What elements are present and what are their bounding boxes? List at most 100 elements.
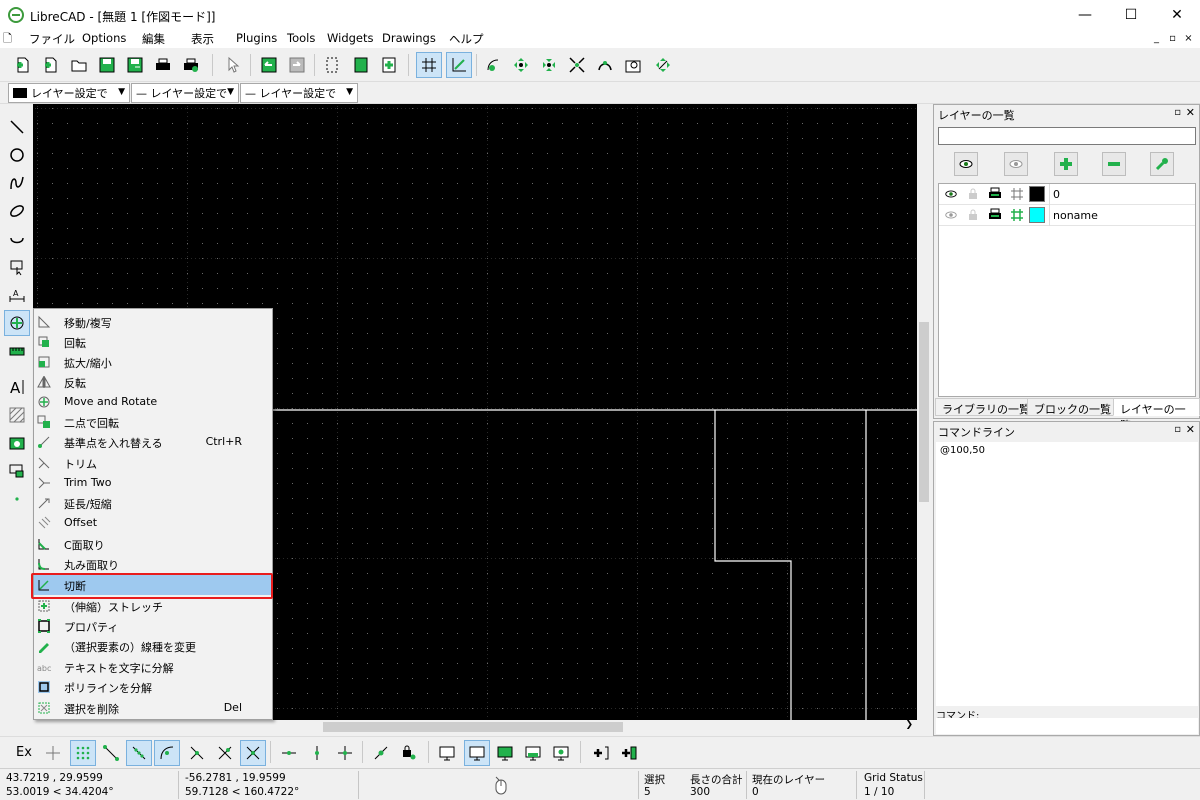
- menu-plugins[interactable]: Plugins: [236, 31, 277, 45]
- zoom-in-button[interactable]: [508, 52, 534, 78]
- menu-item-lengthen[interactable]: 延長/短縮: [34, 493, 272, 513]
- menu-item-revert-direction[interactable]: 基準点を入れ替える Ctrl+R: [34, 432, 272, 452]
- view-1-button[interactable]: [434, 740, 460, 766]
- eye-off-icon[interactable]: [943, 207, 959, 223]
- snap-center-button[interactable]: [154, 740, 180, 766]
- new-template-button[interactable]: [38, 52, 64, 78]
- menu-item-attributes[interactable]: （選択要素の）線種を変更: [34, 636, 272, 656]
- view-4-button[interactable]: [520, 740, 546, 766]
- vertical-scrollbar[interactable]: [917, 104, 931, 720]
- menu-drawings[interactable]: Drawings: [382, 31, 436, 45]
- paste-button[interactable]: [376, 52, 402, 78]
- hide-all-layers-button[interactable]: [1004, 152, 1028, 176]
- zoom-previous-button[interactable]: [592, 52, 618, 78]
- printer-icon[interactable]: [987, 186, 1003, 202]
- float-icon[interactable]: ▫: [1174, 107, 1181, 118]
- zoom-auto-button[interactable]: [564, 52, 590, 78]
- snap-endpoint-button[interactable]: [98, 740, 124, 766]
- add-block-button[interactable]: [616, 740, 642, 766]
- layer-color-swatch[interactable]: [1029, 207, 1045, 223]
- ellipse-tool-button[interactable]: [4, 198, 30, 224]
- hatch-tool-button[interactable]: [4, 402, 30, 428]
- tab-blocks[interactable]: ブロックの一覧: [1027, 398, 1118, 416]
- maximize-button[interactable]: ☐: [1108, 0, 1154, 30]
- mdi-close-button[interactable]: ×: [1182, 32, 1195, 45]
- redo-button[interactable]: [284, 52, 310, 78]
- layer-row[interactable]: 0: [939, 184, 1195, 205]
- menu-item-move-copy[interactable]: 移動/複写: [34, 312, 272, 332]
- menu-help[interactable]: ヘルプ: [449, 31, 484, 47]
- measure-tool-button[interactable]: [4, 338, 30, 364]
- menu-edit[interactable]: 編集: [142, 31, 165, 47]
- horizontal-scroll-thumb[interactable]: [323, 722, 623, 732]
- undo-button[interactable]: [256, 52, 282, 78]
- layer-filter-input[interactable]: [938, 127, 1196, 145]
- lock-icon[interactable]: [965, 186, 981, 202]
- point-tool-button[interactable]: [4, 486, 30, 512]
- menu-view[interactable]: 表示: [191, 31, 214, 47]
- menu-item-trim[interactable]: トリム: [34, 453, 272, 473]
- printer-icon[interactable]: [987, 207, 1003, 223]
- menu-item-explode-polyline[interactable]: ポリラインを分解: [34, 677, 272, 697]
- command-input[interactable]: [936, 718, 1198, 734]
- layer-color-swatch[interactable]: [1029, 186, 1045, 202]
- zoom-window-button[interactable]: [620, 52, 646, 78]
- construction-icon[interactable]: [1009, 186, 1025, 202]
- linetype-combo[interactable]: — レイヤー設定で ▼: [240, 83, 358, 103]
- text-tool-button[interactable]: A: [4, 374, 30, 400]
- tab-layers[interactable]: レイヤーの一覧: [1113, 398, 1200, 432]
- select-tool-button[interactable]: [4, 254, 30, 280]
- menu-widgets[interactable]: Widgets: [327, 31, 374, 45]
- open-button[interactable]: [66, 52, 92, 78]
- menu-item-delete[interactable]: 選択を削除 Del: [34, 698, 272, 718]
- snap-distance-button[interactable]: [212, 740, 238, 766]
- menu-file[interactable]: ファイル: [29, 31, 75, 47]
- layer-row[interactable]: noname: [939, 205, 1195, 226]
- modify-tool-button[interactable]: [4, 310, 30, 336]
- circle-tool-button[interactable]: [4, 142, 30, 168]
- print-button[interactable]: [150, 52, 176, 78]
- tab-library[interactable]: ライブラリの一覧: [935, 398, 1037, 416]
- snap-middle-button[interactable]: [184, 740, 210, 766]
- block-tool-button[interactable]: [4, 458, 30, 484]
- menu-item-trim-two[interactable]: Trim Two: [34, 473, 272, 493]
- restrict-vertical-button[interactable]: [304, 740, 330, 766]
- float-icon[interactable]: ▫: [1174, 424, 1181, 435]
- menu-item-rotate-two[interactable]: 二点で回転: [34, 412, 272, 432]
- add-layer-button[interactable]: [1054, 152, 1078, 176]
- menu-item-properties[interactable]: プロパティ: [34, 616, 272, 636]
- line-tool-button[interactable]: [4, 114, 30, 140]
- dimension-tool-button[interactable]: A: [4, 282, 30, 308]
- save-button[interactable]: [94, 52, 120, 78]
- draft-mode-button[interactable]: [446, 52, 472, 78]
- menu-item-mirror[interactable]: 反転: [34, 372, 272, 392]
- snap-grid-button[interactable]: [70, 740, 96, 766]
- document-icon[interactable]: 🗋: [3, 33, 15, 45]
- menu-item-scale[interactable]: 拡大/縮小: [34, 352, 272, 372]
- redraw-button[interactable]: [480, 52, 506, 78]
- menu-item-move-rotate[interactable]: Move and Rotate: [34, 392, 272, 412]
- grid-toggle-button[interactable]: [416, 52, 442, 78]
- minimize-button[interactable]: —: [1062, 0, 1108, 30]
- close-icon[interactable]: ✕: [1186, 106, 1195, 119]
- block-button[interactable]: [348, 52, 374, 78]
- eye-icon[interactable]: [943, 186, 959, 202]
- snap-intersection-button[interactable]: [240, 740, 266, 766]
- exclusive-snap-toggle[interactable]: Ex: [16, 745, 32, 760]
- restrict-orthogonal-button[interactable]: [332, 740, 358, 766]
- menu-item-explode-text[interactable]: abc テキストを文字に分解: [34, 657, 272, 677]
- menu-item-rotate[interactable]: 回転: [34, 332, 272, 352]
- menu-item-fillet[interactable]: 丸み面取り: [34, 554, 272, 574]
- menu-item-offset[interactable]: Offset: [34, 513, 272, 533]
- save-as-button[interactable]: [122, 52, 148, 78]
- vertical-scroll-thumb[interactable]: [919, 322, 929, 502]
- snap-free-button[interactable]: [40, 740, 66, 766]
- relative-zero-button[interactable]: [368, 740, 394, 766]
- curve-tool-button[interactable]: [4, 170, 30, 196]
- menu-options[interactable]: Options: [82, 31, 126, 45]
- show-all-layers-button[interactable]: [954, 152, 978, 176]
- zoom-pan-button[interactable]: [650, 52, 676, 78]
- snap-on-entity-button[interactable]: [126, 740, 152, 766]
- polyline-tool-button[interactable]: [4, 226, 30, 252]
- restrict-horizontal-button[interactable]: [276, 740, 302, 766]
